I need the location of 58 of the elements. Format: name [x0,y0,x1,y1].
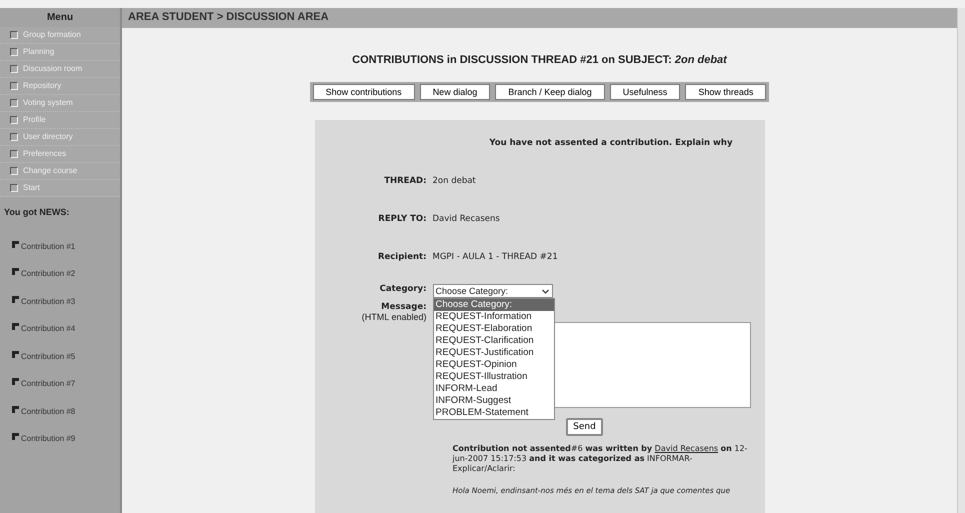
field-label: REPLY TO: [377,214,426,224]
corner-icon [12,378,19,385]
news-title: You got NEWS: [3,206,70,219]
field-label: Recipient: [376,252,426,262]
square-icon [10,166,18,174]
field-value: 2on debat [432,176,477,186]
dropdown-option[interactable]: INFORM-Suggest [434,395,554,407]
field-hint: (HTML enabled) [362,312,426,322]
dropdown-option[interactable]: INFORM-Lead [434,383,554,395]
corner-icon [12,323,19,330]
dropdown-option[interactable]: REQUEST-Elaboration [434,323,554,335]
corner-icon [12,350,19,358]
square-icon [10,30,18,38]
toolbar-button[interactable]: Show threads [685,84,766,100]
corner-icon [12,240,19,248]
square-icon [10,64,18,72]
news-link[interactable]: Contribution #8 [0,388,120,416]
field-label: Category: [378,284,426,296]
news-link[interactable]: Contribution #5 [0,333,120,360]
corner-icon [12,268,19,275]
toolbar-button[interactable]: New dialog [420,84,490,100]
toolbar-button[interactable]: Branch / Keep dialog [495,84,605,100]
field-value: MGPI - AULA 1 - THREAD #21 [432,252,559,262]
toolbar-button[interactable]: Usefulness [610,84,680,100]
square-icon [10,48,18,56]
dropdown-option[interactable]: PROBLEM-Statement [434,407,554,419]
field-label: THREAD: [383,176,426,186]
send-button[interactable]: Send [566,418,603,436]
square-icon [10,184,18,192]
square-icon [10,150,18,158]
square-icon [10,116,18,124]
corner-icon [12,296,19,302]
news-link[interactable]: Contribution #9 [0,416,120,443]
notice-text: You have not assented a contribution. Explain why [489,138,732,148]
news-link[interactable]: Contribution #7 [0,360,120,388]
field-value: David Recasens [432,214,501,224]
square-icon [10,132,18,140]
breadcrumb-bar: AREA STUDENT > DISCUSSION AREA [122,8,957,28]
corner-icon [12,406,19,412]
news-link[interactable]: Contribution #4 [0,306,120,333]
corner-icon [12,433,19,440]
news-link[interactable]: Contribution #2 [0,250,120,278]
dropdown-option[interactable]: REQUEST-Opinion [434,359,554,371]
news-link[interactable]: Contribution #3 [0,278,120,306]
field-label: Message: [381,302,426,312]
dropdown-option[interactable]: Choose Category: [434,299,554,311]
square-icon [10,82,18,90]
toolbar-button[interactable]: Show contributions [312,84,415,100]
dropdown-option[interactable]: REQUEST-Illustration [434,371,554,383]
author-link[interactable]: David Recasens [654,444,718,453]
news-link[interactable]: Contribution #1 [0,223,120,250]
dropdown-option[interactable]: REQUEST-Clarification [434,335,554,347]
caret-icon [540,286,550,296]
page-heading: CONTRIBUTIONS in DISCUSSION THREAD #21 on SUBJECT: 2on debat [352,54,727,66]
dropdown-option[interactable]: REQUEST-Information [434,311,554,323]
square-icon [10,98,18,106]
dropdown-option[interactable]: REQUEST-Justification [434,347,554,359]
contribution-info: Contribution not assented#6 was written by David Recasens on 12-jun-2007 15:17:53 and it was categorized as INFORMAR-Explicar/Aclarir: [452,444,748,474]
